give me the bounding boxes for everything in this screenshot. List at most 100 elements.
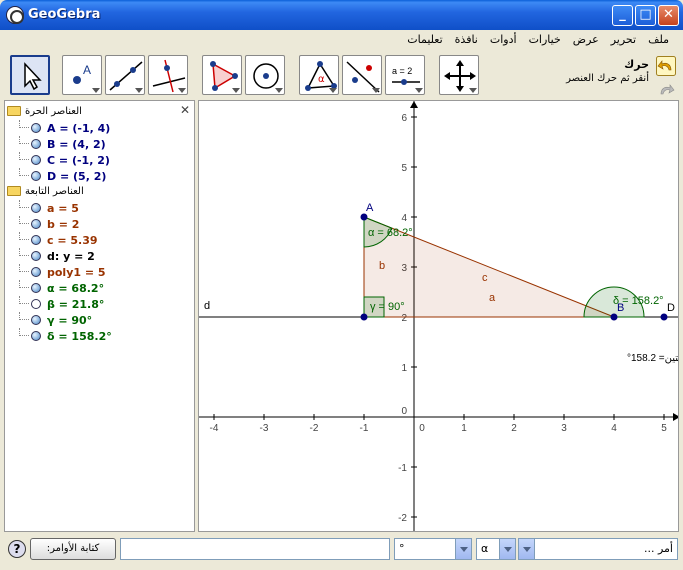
greek-letter-select[interactable]: α [476,538,516,560]
menu-tools[interactable]: أدوات [484,30,523,50]
segment-c-label: c [482,272,488,284]
graphics-canvas[interactable]: -4 -3 -2 -1 0 1 2 3 4 5 6 5 4 3 2 1 0 -1… [199,101,679,532]
dependent-objects-label: العناصر التابعة [25,185,84,197]
tool-hint: حرك أنقر ثم حرك العنصر [566,58,649,84]
algebra-view: ✕ العناصر الحرة A = (-1, 4) B = (4, 2) C… [4,100,195,532]
polygon-tool-button[interactable] [202,55,242,95]
point-B[interactable] [610,313,618,321]
visibility-toggle-icon[interactable] [31,331,41,341]
x-tick-label: 2 [511,423,517,434]
chevron-down-icon[interactable] [455,539,471,559]
graphics-view[interactable]: -4 -3 -2 -1 0 1 2 3 4 5 6 5 4 3 2 1 0 -1… [198,100,679,532]
folder-icon [7,106,21,116]
undo-icon[interactable] [656,56,676,76]
x-tick-label: -2 [310,423,319,434]
command-input-field[interactable] [120,538,390,560]
command-select-value: أمر ... [643,542,673,555]
help-icon[interactable]: ? [8,540,26,558]
angle-sum-text[interactable]: مجموع الزاويتين الداخليتين= 158.2° [627,353,679,364]
circle-tool-button[interactable] [245,55,285,95]
algebra-item-alpha[interactable]: α = 68.2° [19,280,104,296]
redo-icon[interactable] [656,80,676,100]
close-panel-icon[interactable]: ✕ [180,103,190,117]
visibility-toggle-icon[interactable] [31,139,41,149]
menu-bar: ملف تحرير عرض خيارات أدوات نافذة تعليمات [4,30,679,50]
title-bar: GeoGebra _ □ ✕ [0,0,683,30]
y-tick-label: -2 [398,513,407,524]
algebra-item-c[interactable]: c = 5.39 [19,232,98,248]
free-objects-folder[interactable]: العناصر الحرة [7,103,82,119]
svg-text:a = 2: a = 2 [392,66,412,76]
command-select[interactable]: أمر ... [518,538,678,560]
point-tool-button[interactable]: A [62,55,102,95]
algebra-item-delta[interactable]: δ = 158.2° [19,328,112,344]
menu-help[interactable]: تعليمات [401,30,448,50]
angle-tool-button[interactable]: α [299,55,339,95]
dependent-objects-folder[interactable]: العناصر التابعة [7,183,84,199]
algebra-item-a[interactable]: a = 5 [19,200,79,216]
visibility-toggle-icon[interactable] [31,171,41,181]
move-view-tool-button[interactable] [439,55,479,95]
line-tool-button[interactable] [105,55,145,95]
algebra-item-D[interactable]: D = (5, 2) [19,168,106,184]
chevron-down-icon[interactable] [519,539,535,559]
degree-symbol-select[interactable]: ° [394,538,472,560]
tool-hint-title: حرك [624,58,649,71]
point-C[interactable] [360,313,368,321]
slider-tool-button[interactable]: a = 2 [385,55,425,95]
y-axis-arrow-icon [410,101,418,108]
angle-gamma-label: γ = 90° [370,301,405,313]
menu-view[interactable]: عرض [567,30,605,50]
point-A-label: A [366,202,374,214]
menu-options[interactable]: خيارات [523,30,567,50]
algebra-item-d[interactable]: d: y = 2 [19,248,95,264]
window-title: GeoGebra [28,7,101,22]
visibility-toggle-icon[interactable] [31,235,41,245]
command-input-button[interactable]: كتابة الأوامر: [30,538,116,560]
submenu-arrow-icon [92,88,100,93]
visibility-toggle-icon[interactable] [31,219,41,229]
visibility-toggle-icon[interactable] [31,203,41,213]
x-tick-label: -3 [260,423,269,434]
visibility-toggle-icon[interactable] [31,315,41,325]
submenu-arrow-icon [232,88,240,93]
visibility-toggle-icon[interactable] [31,123,41,133]
algebra-item-C[interactable]: C = (-1, 2) [19,152,110,168]
reflect-tool-button[interactable] [342,55,382,95]
algebra-item-b[interactable]: b = 2 [19,216,79,232]
x-tick-label: 3 [561,423,567,434]
chevron-down-icon[interactable] [499,539,515,559]
algebra-item-gamma[interactable]: γ = 90° [19,312,92,328]
visibility-toggle-icon[interactable] [31,155,41,165]
x-tick-label: 0 [419,423,425,434]
x-tick-label: 1 [461,423,467,434]
submenu-arrow-icon [372,88,380,93]
visibility-toggle-icon[interactable] [31,251,41,261]
line-d-label: d [204,300,210,312]
y-tick-label: 4 [401,213,407,224]
menu-window[interactable]: نافذة [449,30,484,50]
x-tick-label: 5 [661,423,667,434]
algebra-item-A[interactable]: A = (-1, 4) [19,120,110,136]
submenu-arrow-icon [415,88,423,93]
maximize-button[interactable]: □ [635,5,656,26]
algebra-item-poly1[interactable]: poly1 = 5 [19,264,106,280]
visibility-toggle-icon[interactable] [31,283,41,293]
algebra-item-beta[interactable]: β = 21.8° [19,296,104,312]
point-D[interactable] [660,313,668,321]
folder-icon [7,186,21,196]
menu-file[interactable]: ملف [642,30,675,50]
close-button[interactable]: ✕ [658,5,679,26]
visibility-toggle-icon[interactable] [31,299,41,309]
submenu-arrow-icon [329,88,337,93]
minimize-button[interactable]: _ [612,5,633,26]
visibility-toggle-icon[interactable] [31,267,41,277]
geogebra-app-icon [6,6,24,24]
move-tool-button[interactable] [10,55,50,95]
y-tick-label: 0 [401,406,407,417]
point-A[interactable] [360,213,368,221]
algebra-item-B[interactable]: B = (4, 2) [19,136,106,152]
svg-text:A: A [83,63,91,77]
menu-edit[interactable]: تحرير [605,30,642,50]
perpendicular-tool-button[interactable] [148,55,188,95]
